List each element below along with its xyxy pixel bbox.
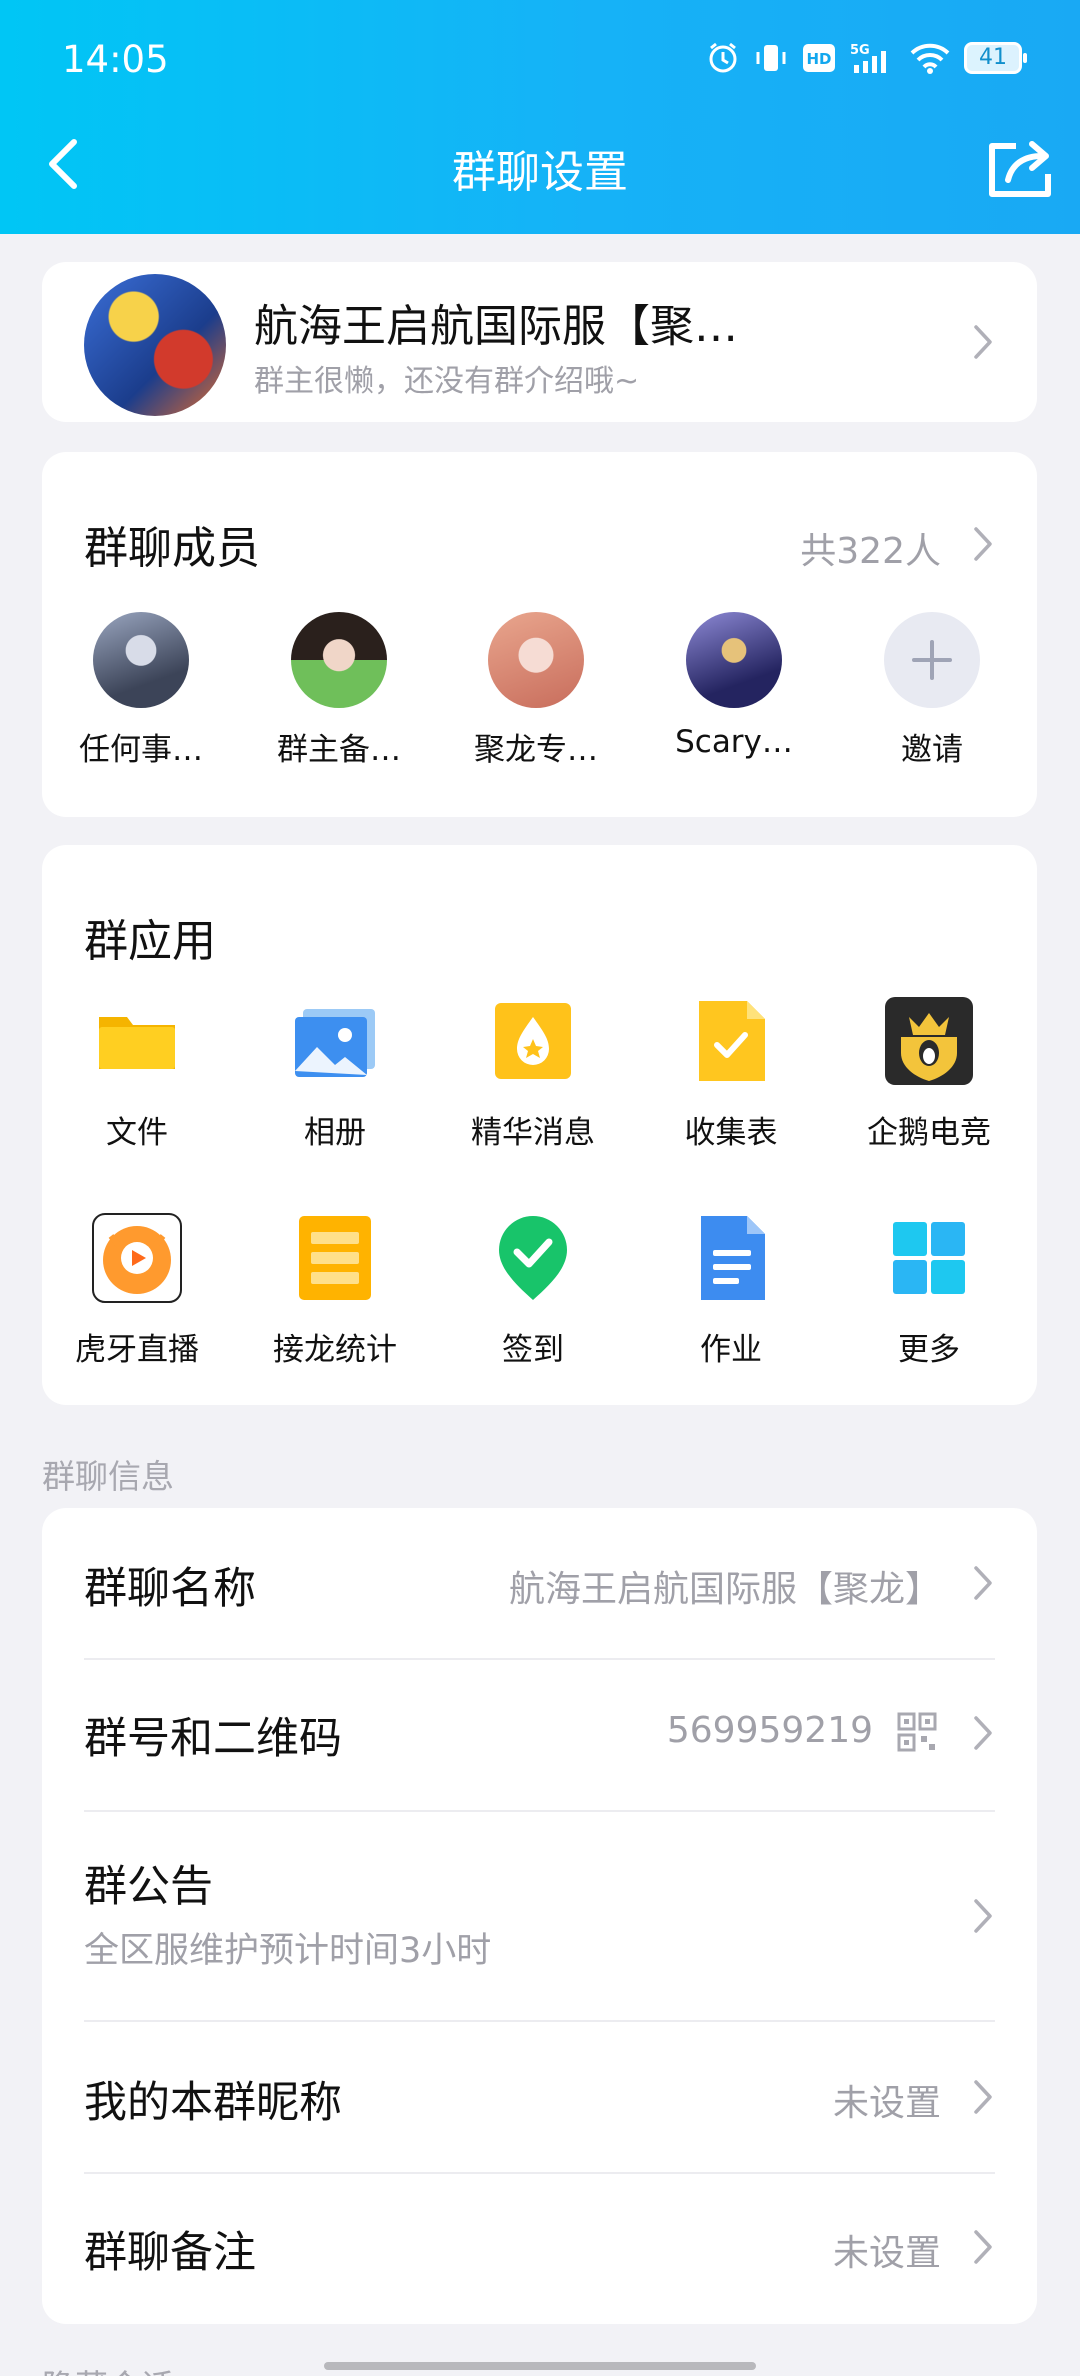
row-label: 群号和二维码 bbox=[84, 1714, 342, 1764]
member-item[interactable]: 任何事… bbox=[56, 612, 226, 769]
row-value: 未设置 bbox=[832, 2233, 941, 2274]
chevron-right-icon bbox=[974, 325, 992, 359]
app-huya-live[interactable]: 虎牙直播 bbox=[42, 1210, 232, 1369]
apps-title: 群应用 bbox=[84, 916, 216, 967]
app-label: 签到 bbox=[502, 1332, 564, 1368]
group-avatar bbox=[84, 274, 226, 416]
members-card: 群聊成员 共322人 任何事… 群主备… 聚龙专… Scary… 邀请 bbox=[42, 452, 1037, 817]
folder-icon bbox=[89, 993, 185, 1089]
chevron-right-icon bbox=[974, 1899, 992, 1933]
app-label: 企鹅电竞 bbox=[867, 1115, 991, 1151]
top-bar: 14:05 HD 5G 41 群聊设置 bbox=[0, 0, 1080, 234]
row-my-nickname[interactable]: 我的本群昵称 未设置 bbox=[42, 2022, 1037, 2172]
cellular-signal-icon: 5G bbox=[850, 43, 886, 73]
home-indicator[interactable] bbox=[324, 2362, 756, 2370]
app-relay-stats[interactable]: 接龙统计 bbox=[240, 1210, 430, 1369]
check-in-icon bbox=[485, 1210, 581, 1306]
group-apps-card: 群应用 文件 相册 精华消息 收集表 企鹅电竞 虎牙直播 接龙统计 签到 作业 … bbox=[42, 845, 1037, 1405]
row-label: 群聊备注 bbox=[84, 2228, 256, 2278]
member-avatar bbox=[93, 612, 189, 708]
svg-text:5G: 5G bbox=[850, 43, 870, 58]
app-label: 文件 bbox=[106, 1115, 168, 1151]
row-label: 我的本群昵称 bbox=[84, 2078, 342, 2128]
more-grid-icon bbox=[881, 1210, 977, 1306]
battery-icon: 41 bbox=[964, 42, 1027, 74]
group-info-card: 群聊名称 航海王启航国际服【聚龙】 群号和二维码 569959219 群公告 全… bbox=[42, 1508, 1037, 2324]
row-announcement[interactable]: 群公告 全区服维护预计时间3小时 bbox=[42, 1812, 1037, 2020]
vibrate-icon bbox=[756, 45, 786, 71]
chevron-right-icon bbox=[974, 1716, 992, 1750]
member-avatar bbox=[686, 612, 782, 708]
plus-icon bbox=[884, 612, 980, 708]
relay-stats-icon bbox=[287, 1210, 383, 1306]
announcement-preview: 全区服维护预计时间3小时 bbox=[84, 1931, 492, 1971]
members-title: 群聊成员 bbox=[84, 523, 260, 574]
member-name: 任何事… bbox=[79, 732, 203, 768]
penguin-esports-icon bbox=[881, 993, 977, 1089]
app-label: 虎牙直播 bbox=[75, 1332, 199, 1368]
invite-button[interactable]: 邀请 bbox=[847, 612, 1017, 769]
app-check-in[interactable]: 签到 bbox=[438, 1210, 628, 1369]
member-name: 群主备… bbox=[277, 732, 401, 768]
row-label: 群聊名称 bbox=[84, 1564, 256, 1614]
chevron-right-icon bbox=[974, 1566, 992, 1600]
status-time: 14:05 bbox=[62, 38, 169, 81]
share-button[interactable] bbox=[986, 138, 1056, 198]
app-penguin-esports[interactable]: 企鹅电竞 bbox=[834, 993, 1024, 1152]
member-name: 聚龙专… bbox=[474, 732, 598, 768]
hd-icon: HD bbox=[803, 44, 835, 72]
chevron-right-icon bbox=[974, 2080, 992, 2114]
app-label: 接龙统计 bbox=[273, 1332, 397, 1368]
wifi-icon bbox=[910, 43, 950, 74]
invite-label: 邀请 bbox=[901, 732, 963, 768]
member-item[interactable]: Scary… bbox=[649, 612, 819, 760]
app-collection-form[interactable]: 收集表 bbox=[636, 993, 826, 1152]
member-avatar bbox=[291, 612, 387, 708]
row-value: 未设置 bbox=[832, 2083, 941, 2124]
row-group-remark[interactable]: 群聊备注 未设置 bbox=[42, 2174, 1037, 2324]
status-icons: HD 5G 41 bbox=[706, 38, 1027, 78]
collection-form-icon bbox=[683, 993, 779, 1089]
qr-code-icon bbox=[897, 1712, 937, 1752]
app-label: 相册 bbox=[304, 1115, 366, 1151]
group-id: 569959219 bbox=[666, 1710, 873, 1751]
section-label-hidden-chat: 隐藏会话 bbox=[42, 2360, 174, 2376]
app-label: 精华消息 bbox=[471, 1115, 595, 1151]
app-label: 收集表 bbox=[684, 1115, 778, 1151]
row-group-id-qr[interactable]: 群号和二维码 569959219 bbox=[42, 1660, 1037, 1810]
row-label: 群公告 bbox=[84, 1862, 213, 1912]
chevron-right-icon bbox=[974, 2230, 992, 2264]
app-more[interactable]: 更多 bbox=[834, 1210, 1024, 1369]
member-item[interactable]: 群主备… bbox=[254, 612, 424, 769]
essence-icon bbox=[485, 993, 581, 1089]
member-item[interactable]: 聚龙专… bbox=[451, 612, 621, 769]
row-group-name[interactable]: 群聊名称 航海王启航国际服【聚龙】 bbox=[42, 1508, 1037, 1658]
app-files[interactable]: 文件 bbox=[42, 993, 232, 1152]
chevron-right-icon[interactable] bbox=[971, 524, 995, 564]
group-name: 航海王启航国际服【聚… bbox=[254, 301, 738, 352]
app-homework[interactable]: 作业 bbox=[636, 1210, 826, 1369]
alarm-icon bbox=[709, 42, 737, 73]
section-label-group-info: 群聊信息 bbox=[42, 1457, 174, 1496]
group-description: 群主很懒，还没有群介绍哦~ bbox=[254, 364, 640, 399]
row-value: 航海王启航国际服【聚龙】 bbox=[508, 1569, 941, 1610]
app-album[interactable]: 相册 bbox=[240, 993, 430, 1152]
app-label: 作业 bbox=[700, 1332, 762, 1368]
page-title: 群聊设置 bbox=[452, 147, 628, 198]
app-essence[interactable]: 精华消息 bbox=[438, 993, 628, 1152]
huya-live-icon bbox=[89, 1210, 185, 1306]
member-avatar bbox=[488, 612, 584, 708]
group-profile-card[interactable]: 航海王启航国际服【聚… 群主很懒，还没有群介绍哦~ bbox=[42, 262, 1037, 422]
svg-text:HD: HD bbox=[806, 50, 831, 68]
member-count[interactable]: 共322人 bbox=[800, 522, 941, 574]
member-name: Scary… bbox=[675, 724, 793, 760]
app-label: 更多 bbox=[898, 1332, 960, 1368]
photo-album-icon bbox=[287, 993, 383, 1089]
homework-icon bbox=[683, 1210, 779, 1306]
